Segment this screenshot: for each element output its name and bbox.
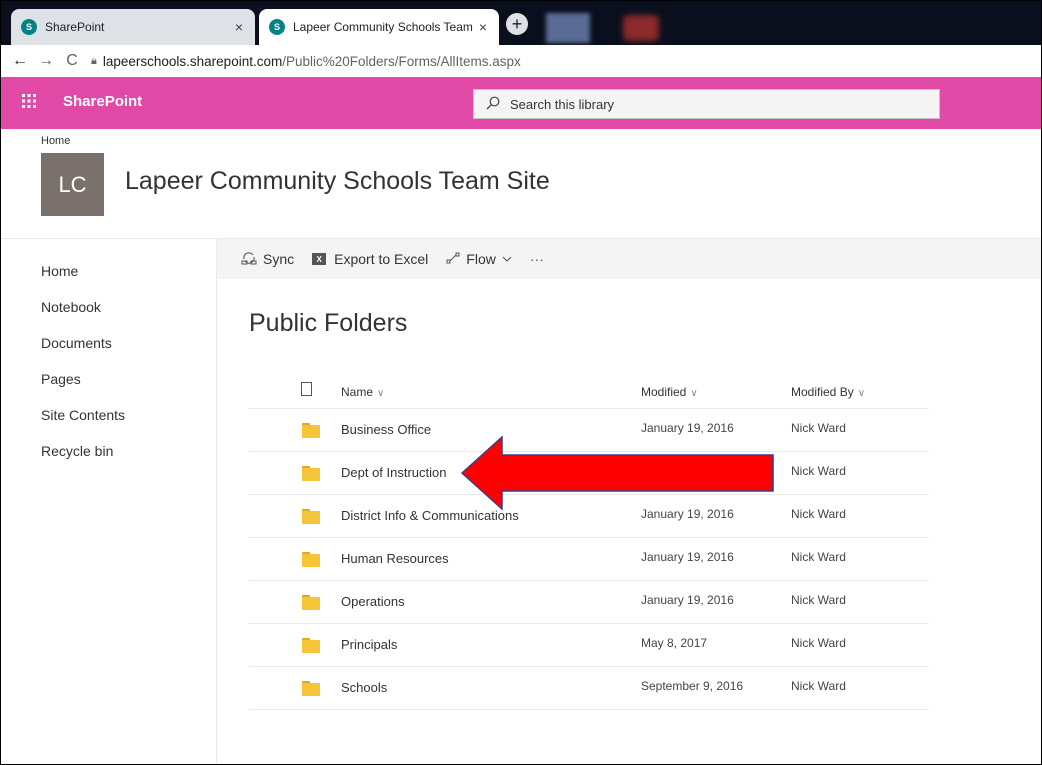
more-commands-button[interactable]: ··· (530, 251, 544, 267)
modified-by: Nick Ward (791, 593, 846, 607)
column-header-name[interactable]: Name ∨ (341, 385, 384, 399)
export-label: Export to Excel (334, 251, 429, 267)
folder-name-link[interactable]: Principals (341, 637, 397, 652)
sharepoint-favicon-icon: S (21, 19, 37, 35)
more-icon: ··· (529, 251, 544, 267)
address-bar: ← → C 🔒︎ lapeerschools.sharepoint.com/Pu… (1, 45, 1041, 78)
excel-icon: X (312, 253, 327, 265)
modified-date: May 8, 2017 (641, 636, 708, 650)
folder-row[interactable]: Operations January 19, 2016 Nick Ward (249, 581, 929, 624)
nav-divider (216, 239, 217, 764)
nav-item-notebook[interactable]: Notebook (41, 291, 125, 327)
nav-item-pages[interactable]: Pages (41, 363, 125, 399)
modified-by: Nick Ward (791, 550, 846, 564)
close-tab-icon[interactable]: × (473, 19, 493, 35)
modified-by: Nick Ward (791, 464, 846, 478)
nav-item-home[interactable]: Home (41, 255, 125, 291)
sync-label: Sync (263, 251, 295, 267)
app-launcher-waffle-icon[interactable] (21, 93, 39, 111)
reload-icon[interactable]: C (59, 52, 85, 70)
blurred-tab-image (623, 15, 659, 41)
folder-row[interactable]: Human Resources January 19, 2016 Nick Wa… (249, 538, 929, 581)
folder-name-link[interactable]: Schools (341, 680, 387, 695)
breadcrumb-home[interactable]: Home (41, 135, 70, 147)
url-field[interactable]: 🔒︎ lapeerschools.sharepoint.com/Public%2… (91, 54, 521, 69)
modified-date: January 19, 2016 (641, 421, 734, 435)
back-arrow-icon[interactable]: ← (7, 52, 33, 70)
chevron-down-icon: ∨ (690, 388, 698, 399)
close-tab-icon[interactable]: × (229, 19, 249, 35)
folder-name-link[interactable]: Business Office (341, 422, 431, 437)
search-placeholder: Search this library (510, 96, 615, 112)
folder-icon (302, 552, 320, 567)
flow-label: Flow (466, 251, 496, 267)
url-path: /Public%20Folders/Forms/AllItems.aspx (282, 53, 521, 69)
blurred-tab-image (546, 13, 590, 43)
modified-by: Nick Ward (791, 507, 846, 521)
document-list: Name ∨ Modified ∨ Modified By ∨ Business Of… (249, 371, 929, 710)
modified-date: September 9, 2016 (641, 679, 744, 693)
modified-by: Nick Ward (791, 636, 846, 650)
sync-button[interactable]: Sync (241, 251, 294, 268)
modified-date: January 19, 2016 (641, 550, 734, 564)
lock-icon: 🔒︎ (91, 54, 97, 67)
forward-arrow-icon[interactable]: → (33, 52, 59, 70)
file-type-icon[interactable] (301, 382, 312, 396)
tab-lapeer-team-site[interactable]: S Lapeer Community Schools Team × (259, 9, 499, 45)
flow-icon (446, 252, 460, 267)
nav-item-site-contents[interactable]: Site Contents (41, 399, 125, 435)
tab-title: SharePoint (45, 20, 105, 34)
site-logo[interactable]: LC (41, 153, 104, 216)
folder-icon (302, 638, 320, 653)
tab-title: Lapeer Community Schools Team (293, 20, 473, 34)
sharepoint-brand-link[interactable]: SharePoint (63, 93, 142, 110)
modified-by: Nick Ward (791, 679, 846, 693)
modified-by: Nick Ward (791, 421, 846, 435)
export-to-excel-button[interactable]: X Export to Excel (312, 251, 428, 267)
column-header-modified[interactable]: Modified ∨ (641, 385, 698, 399)
library-title: Public Folders (249, 309, 408, 337)
sharepoint-suite-bar: SharePoint Search this library (1, 77, 1041, 129)
nav-item-documents[interactable]: Documents (41, 327, 125, 363)
sharepoint-favicon-icon: S (269, 19, 285, 35)
command-bar: Sync X Export to Excel Flow ··· (217, 239, 1041, 279)
screenshot-frame: S SharePoint × S Lapeer Community School… (0, 0, 1042, 765)
column-name-label: Name (341, 385, 374, 399)
folder-name-link[interactable]: Operations (341, 594, 405, 609)
new-tab-button[interactable]: + (506, 13, 528, 35)
search-library-input[interactable]: Search this library (473, 89, 940, 119)
folder-icon (302, 509, 320, 524)
column-header-modified-by[interactable]: Modified By ∨ (791, 385, 865, 399)
folder-row[interactable]: Schools September 9, 2016 Nick Ward (249, 667, 929, 710)
chevron-down-icon: ∨ (857, 388, 866, 399)
column-modified-label: Modified (641, 385, 687, 399)
site-title[interactable]: Lapeer Community Schools Team Site (125, 167, 550, 196)
tab-sharepoint[interactable]: S SharePoint × (11, 9, 255, 45)
chevron-down-icon: ∨ (377, 388, 385, 399)
nav-item-recycle-bin[interactable]: Recycle bin (41, 435, 125, 471)
list-header: Name ∨ Modified ∨ Modified By ∨ (249, 371, 929, 409)
search-icon (486, 96, 500, 113)
red-arrow-annotation (460, 435, 774, 511)
modified-date: January 19, 2016 (641, 593, 734, 607)
folder-name-link[interactable]: Human Resources (341, 551, 449, 566)
folder-icon (302, 423, 320, 438)
folder-icon (302, 466, 320, 481)
left-navigation: Home Notebook Documents Pages Site Conte… (41, 255, 125, 471)
chevron-down-icon (502, 254, 512, 265)
flow-button[interactable]: Flow (446, 251, 512, 267)
url-host: lapeerschools.sharepoint.com (102, 53, 283, 69)
folder-icon (302, 681, 320, 696)
column-modified-by-label: Modified By (791, 385, 854, 399)
folder-name-link[interactable]: Dept of Instruction (341, 465, 447, 480)
sync-icon (241, 251, 257, 268)
folder-icon (302, 595, 320, 610)
browser-tab-strip: S SharePoint × S Lapeer Community School… (1, 1, 1041, 45)
folder-row[interactable]: Principals May 8, 2017 Nick Ward (249, 624, 929, 667)
